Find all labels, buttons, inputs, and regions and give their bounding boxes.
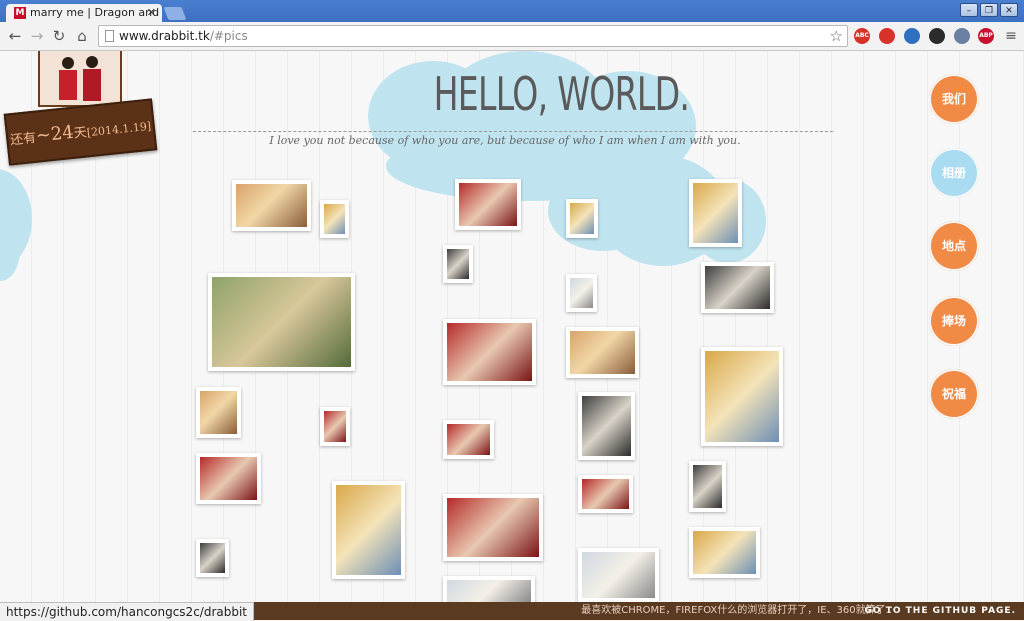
photo-thumbnail[interactable] [443, 494, 543, 561]
photo-thumbnail[interactable] [320, 407, 350, 446]
photo-thumbnail[interactable] [566, 274, 597, 312]
photo-thumbnail[interactable] [566, 199, 598, 238]
back-button[interactable]: ← [6, 27, 24, 45]
photo-thumbnail[interactable] [443, 576, 535, 602]
page-content: HELLO, WORLD. I love you not because of … [0, 51, 1024, 602]
site-favicon-icon: M [14, 7, 26, 19]
minimize-button[interactable]: – [960, 3, 978, 17]
address-bar[interactable]: www.drabbit.tk/#pics ☆ [98, 25, 848, 47]
countdown-date: [2014.1.19] [86, 119, 152, 140]
nav-location-button[interactable]: 地点 [929, 221, 979, 271]
tab-close-icon[interactable]: ✕ [147, 4, 156, 22]
photo-thumbnail[interactable] [689, 461, 726, 512]
photo-thumbnail[interactable] [443, 420, 494, 459]
reload-button[interactable]: ↻ [50, 27, 68, 45]
home-button[interactable]: ⌂ [73, 27, 91, 45]
nav-wishes-button[interactable]: 祝福 [929, 369, 979, 419]
abc-extension-icon[interactable]: ABC [854, 28, 870, 44]
photo-thumbnail[interactable] [443, 245, 473, 283]
photo-thumbnail[interactable] [443, 319, 536, 385]
page-tagline: I love you not because of who you are, b… [269, 134, 741, 147]
new-tab-button[interactable] [163, 7, 187, 20]
nav-us-button[interactable]: 我们 [929, 74, 979, 124]
status-bar-url: https://github.com/hancongcs2c/drabbit [0, 602, 255, 621]
maximize-button[interactable]: ❐ [980, 3, 998, 17]
countdown-days: ~24 [34, 121, 75, 147]
photo-thumbnail[interactable] [689, 179, 742, 247]
photo-thumbnail[interactable] [196, 539, 229, 577]
chrome-menu-icon[interactable]: ≡ [1002, 27, 1020, 45]
eyedropper-extension-icon[interactable] [954, 28, 970, 44]
github-page-link[interactable]: GO TO THE GITHUB PAGE. [865, 602, 1016, 620]
address-url[interactable]: www.drabbit.tk/#pics [119, 28, 248, 44]
adblock-extension-icon[interactable]: ABP [978, 28, 994, 44]
photo-thumbnail[interactable] [332, 481, 405, 579]
close-window-button[interactable]: ✕ [1000, 3, 1018, 17]
browser-tab[interactable]: M marry me | Dragon and Rai ✕ [6, 4, 162, 22]
photo-thumbnail[interactable] [196, 387, 241, 438]
nav-album-button[interactable]: 相册 [929, 148, 979, 198]
bookmark-star-icon[interactable]: ☆ [830, 27, 843, 45]
photo-thumbnail[interactable] [701, 347, 783, 446]
couple-portrait-image [40, 51, 120, 105]
browser-toolbar: ← → ↻ ⌂ www.drabbit.tk/#pics ☆ ABC ABP ≡ [0, 22, 1024, 51]
tab-title: marry me | Dragon and Rai [30, 6, 162, 19]
forward-button[interactable]: → [28, 27, 46, 45]
page-heading: HELLO, WORLD. [433, 67, 690, 121]
photo-thumbnail[interactable] [566, 327, 639, 378]
window-controls: – ❐ ✕ [960, 3, 1018, 17]
photo-thumbnail[interactable] [689, 527, 760, 578]
photo-thumbnail[interactable] [196, 453, 261, 504]
photo-thumbnail[interactable] [578, 548, 659, 602]
photo-thumbnail[interactable] [455, 179, 521, 230]
photo-thumbnail[interactable] [208, 273, 355, 371]
countdown-sign: 还有~24天[2014.1.19] [3, 98, 158, 166]
ring-extension-icon[interactable] [929, 28, 945, 44]
couple-portrait [38, 51, 122, 107]
photo-thumbnail[interactable] [320, 200, 349, 238]
photo-thumbnail[interactable] [578, 475, 633, 513]
nav-attend-button[interactable]: 捧场 [929, 296, 979, 346]
photo-thumbnail[interactable] [578, 392, 635, 460]
screenshot-extension-icon[interactable] [904, 28, 920, 44]
browser-titlebar: M marry me | Dragon and Rai ✕ – ❐ ✕ [0, 0, 1024, 22]
heading-divider [193, 131, 833, 132]
photo-thumbnail[interactable] [232, 180, 311, 231]
countdown-prefix: 还有 [9, 130, 37, 149]
photo-thumbnail[interactable] [701, 262, 774, 313]
page-icon [105, 30, 114, 42]
footer-browser-note: 最喜欢被CHROME，FIREFOX什么的浏览器打开了，IE、360就算了.. [581, 605, 892, 616]
record-extension-icon[interactable] [879, 28, 895, 44]
